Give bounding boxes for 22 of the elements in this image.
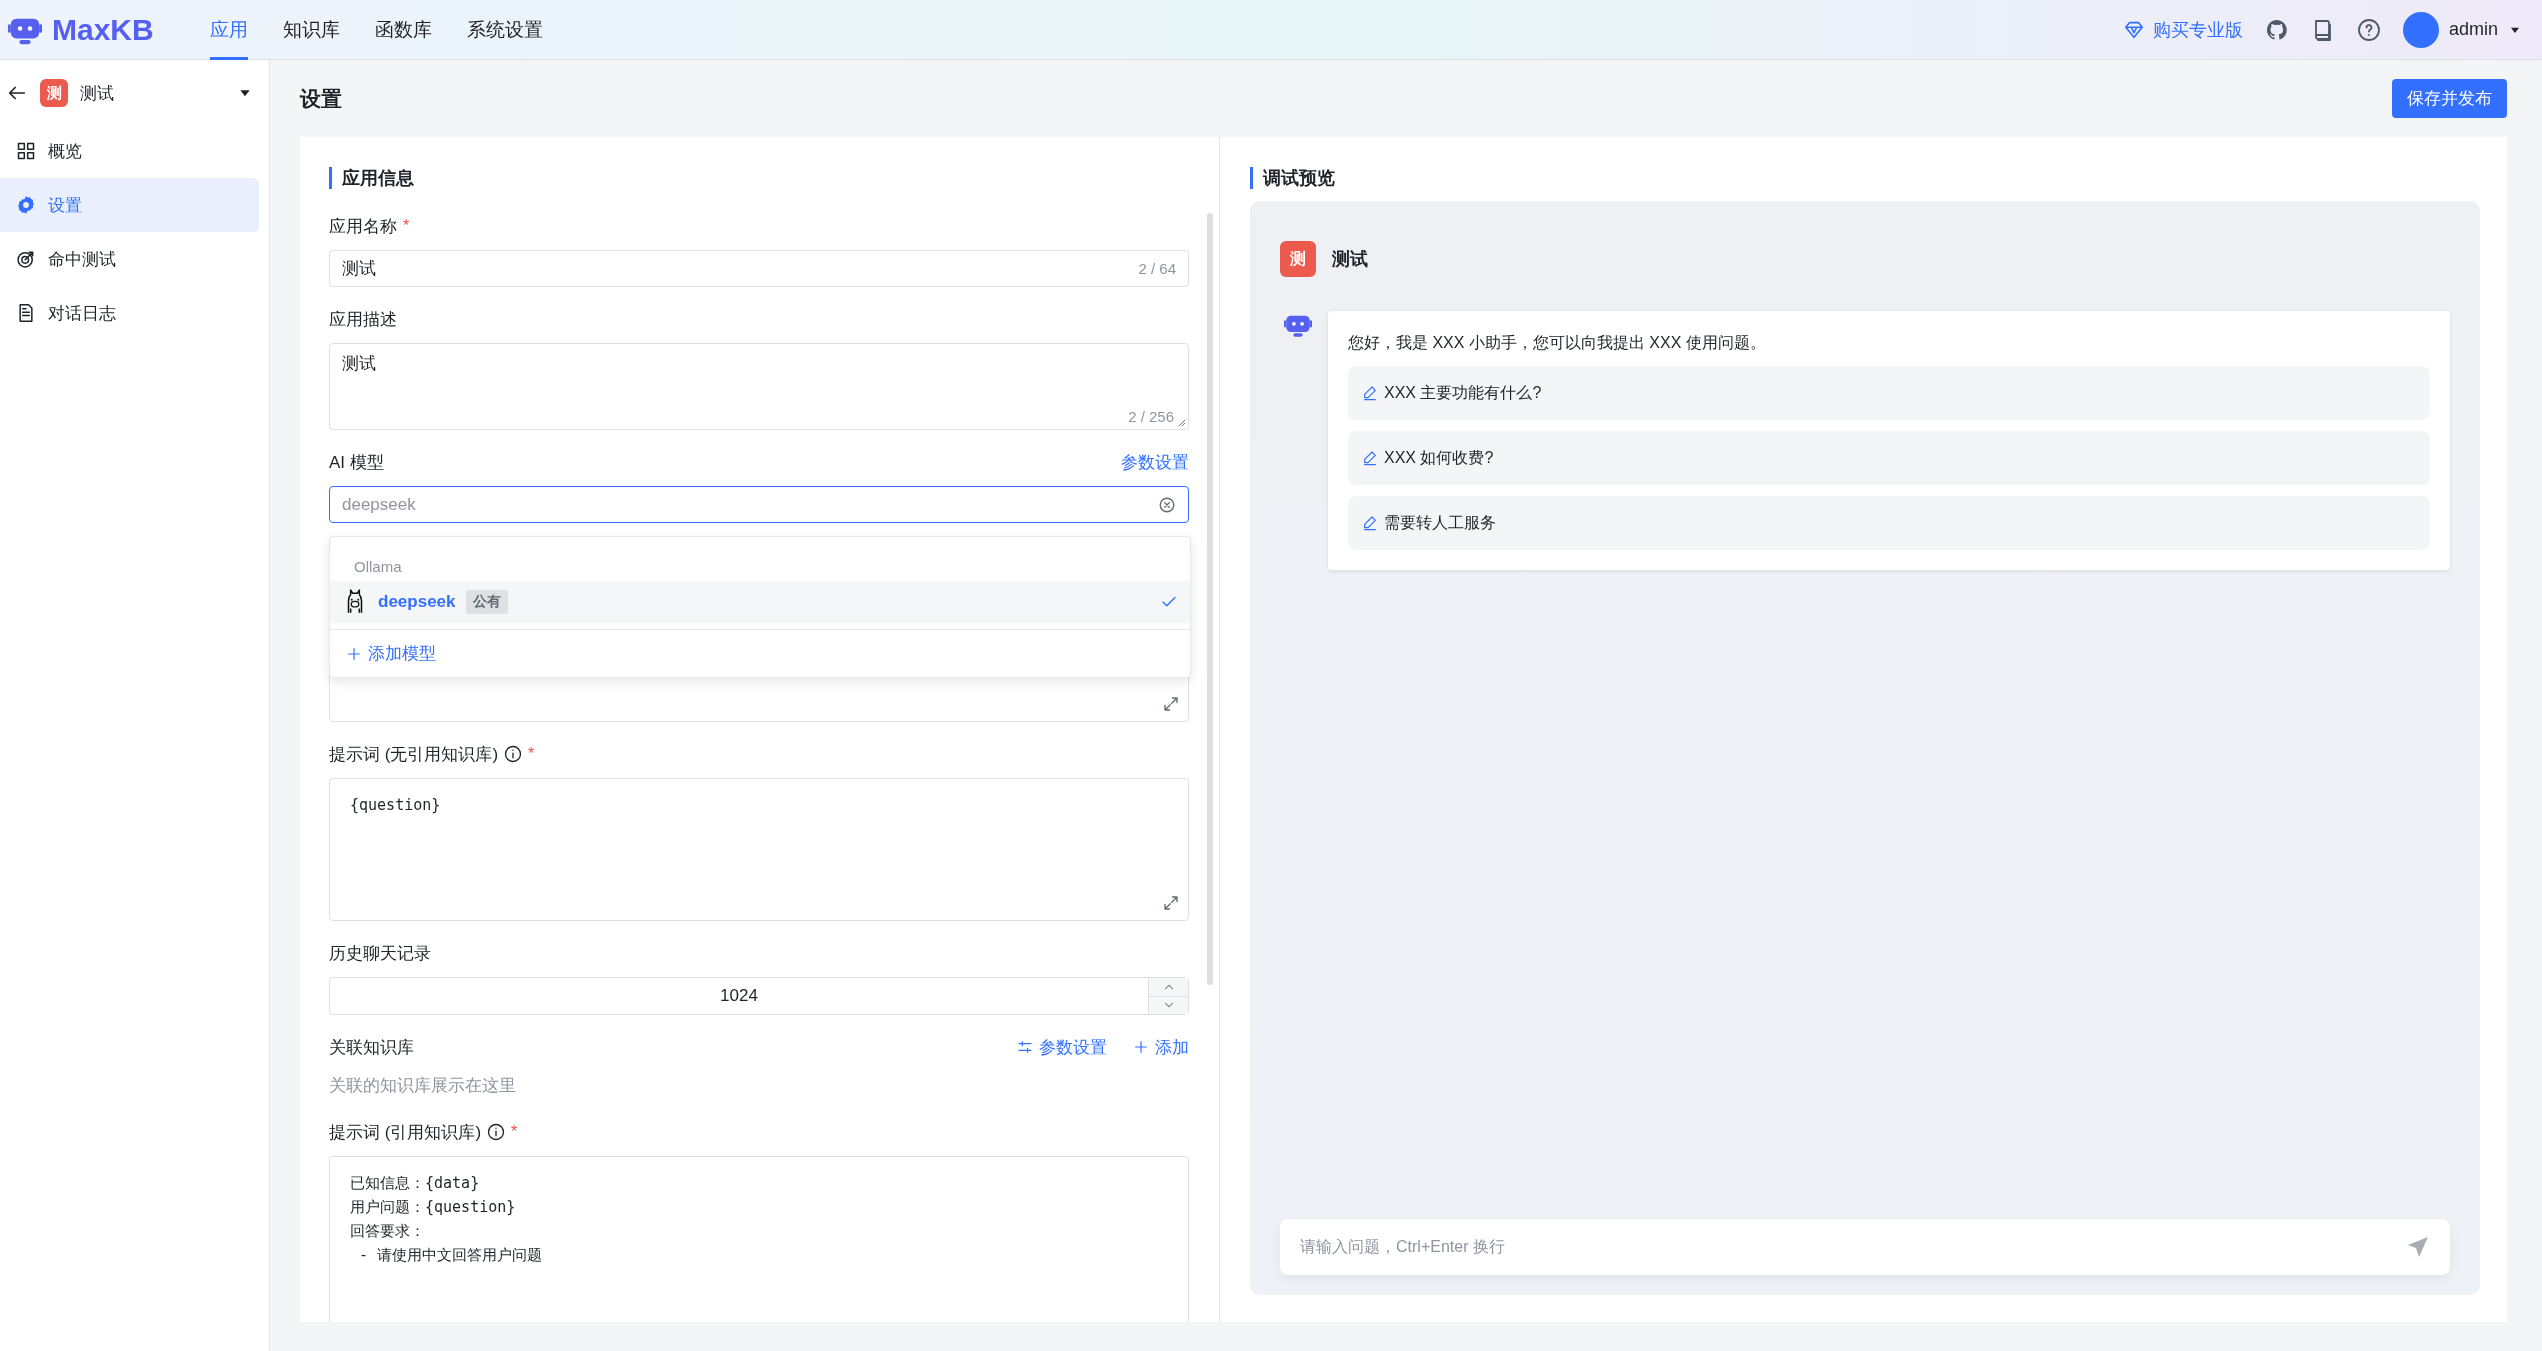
- required-mark: *: [403, 217, 410, 235]
- field-label: AI 模型: [329, 451, 384, 474]
- field-label: 关联知识库: [329, 1036, 414, 1059]
- logo-text: MaxKB: [52, 12, 154, 47]
- field-label: 应用名称: [329, 215, 397, 238]
- app-name: 测试: [1332, 248, 1368, 271]
- required-mark: *: [528, 745, 535, 763]
- app-avatar: 测: [1280, 241, 1316, 277]
- field-label: 提示词 (引用知识库): [329, 1121, 482, 1144]
- section-title: 调试预览: [1250, 167, 2480, 189]
- field-label: 应用描述: [329, 308, 397, 331]
- section-title: 应用信息: [329, 167, 1219, 189]
- app-avatar: 测: [40, 79, 68, 107]
- option-name: deepseek: [378, 592, 456, 612]
- field-label: 提示词 (无引用知识库): [329, 743, 499, 766]
- greeting-text: 您好，我是 XXX 小助手，您可以向我提出 XXX 使用问题。: [1348, 333, 1767, 353]
- field-label: 历史聊天记录: [329, 942, 431, 965]
- option-group-label: Ollama: [353, 557, 403, 577]
- required-mark: *: [511, 1123, 518, 1141]
- page-title: 设置: [300, 85, 342, 112]
- empty-hint: 关联的知识库展示在这里: [329, 1075, 517, 1097]
- option-tag: 公有: [465, 590, 508, 614]
